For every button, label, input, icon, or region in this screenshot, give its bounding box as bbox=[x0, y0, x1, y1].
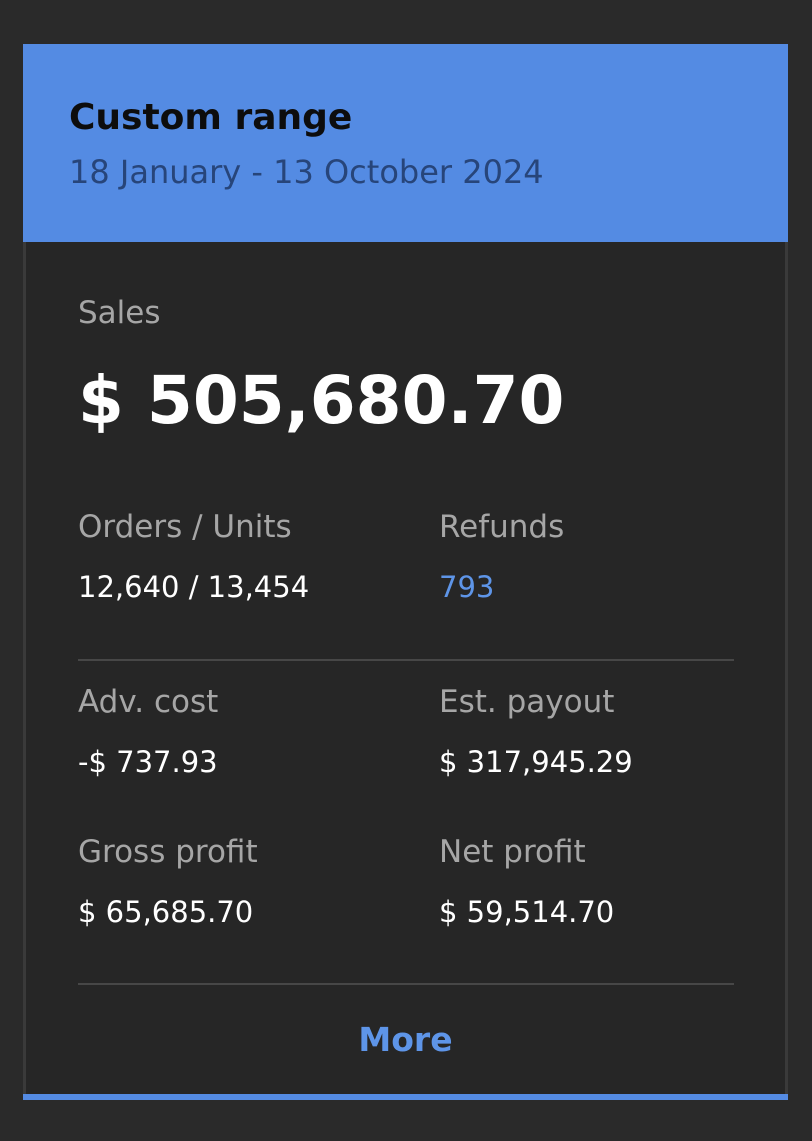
orders-units-value: 12,640 / 13,454 bbox=[78, 570, 310, 604]
summary-card: Custom range 18 January - 13 October 202… bbox=[23, 44, 788, 1100]
gross-profit-label: Gross profit bbox=[78, 834, 258, 870]
net-profit-value: $ 59,514.70 bbox=[439, 895, 615, 929]
est-payout-label: Est. payout bbox=[439, 684, 615, 720]
card-header: Custom range 18 January - 13 October 202… bbox=[23, 44, 788, 242]
sales-label: Sales bbox=[78, 295, 161, 331]
refunds-label: Refunds bbox=[439, 509, 565, 545]
more-button[interactable]: More bbox=[26, 1004, 785, 1074]
sales-value: $ 505,680.70 bbox=[78, 362, 565, 439]
net-profit-label: Net profit bbox=[439, 834, 586, 870]
divider-bottom bbox=[78, 983, 734, 985]
header-title: Custom range bbox=[69, 97, 353, 138]
card-bottom-accent bbox=[23, 1094, 788, 1100]
adv-cost-value: -$ 737.93 bbox=[78, 745, 218, 779]
header-date-range: 18 January - 13 October 2024 bbox=[69, 153, 544, 191]
est-payout-value: $ 317,945.29 bbox=[439, 745, 633, 779]
divider-top bbox=[78, 659, 734, 661]
refunds-link[interactable]: 793 bbox=[439, 573, 494, 602]
adv-cost-label: Adv. cost bbox=[78, 684, 219, 720]
orders-units-label: Orders / Units bbox=[78, 509, 292, 545]
gross-profit-value: $ 65,685.70 bbox=[78, 895, 254, 929]
